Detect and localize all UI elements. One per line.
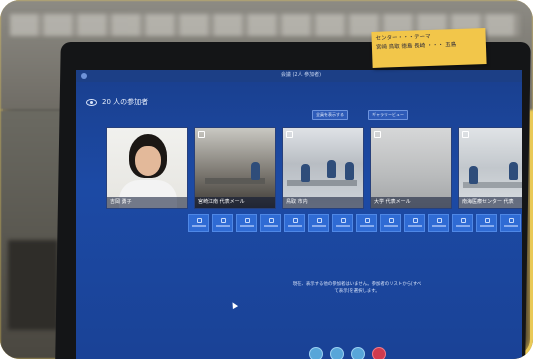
participant-mini-tile[interactable]	[380, 214, 401, 232]
tile-name: 大学 代表メール	[371, 197, 451, 208]
tile-name: 南海医療センター 代表	[459, 197, 522, 208]
pin-icon	[374, 131, 381, 138]
video-tile[interactable]: 鳥取 市内	[282, 127, 364, 209]
room-person	[509, 162, 518, 180]
share-button[interactable]	[351, 347, 365, 359]
participants-count: 20 人の参加者	[102, 98, 149, 106]
video-tile[interactable]: 宮崎江南 代表メール	[194, 127, 276, 209]
participant-mini-tile[interactable]	[428, 214, 449, 232]
tile-name: 宮崎江南 代表メール	[195, 197, 275, 208]
sticky-note: センター・・・テーマ 宮崎 鳥取 徳島 長崎 ・・・ 五島	[371, 28, 487, 68]
participant-mini-tile[interactable]	[332, 214, 353, 232]
participants-header[interactable]: 20 人の参加者	[86, 96, 148, 108]
video-tile[interactable]: 南海医療センター 代表	[458, 127, 522, 209]
person-face	[135, 146, 161, 176]
app-icon	[81, 73, 87, 79]
pin-icon	[198, 131, 205, 138]
participant-mini-tile[interactable]	[284, 214, 305, 232]
room-desk	[287, 180, 357, 186]
pin-icon	[286, 131, 293, 138]
sticky-note-text: センター・・・テーマ 宮崎 鳥取 徳島 長崎 ・・・ 五島	[375, 33, 457, 51]
participant-mini-tile[interactable]	[476, 214, 497, 232]
mouse-cursor-icon	[229, 300, 239, 310]
video-tiles: 吉岡 勇子 宮崎江南 代表メール 鳥取 市内 大学 代表メール 南海医療センター…	[106, 127, 522, 209]
show-all-button[interactable]: 全員を表示する	[312, 110, 348, 120]
tile-name: 吉岡 勇子	[107, 197, 187, 208]
participant-mini-tile[interactable]	[356, 214, 377, 232]
participant-mini-tile[interactable]	[500, 214, 521, 232]
meeting-screen: 会議 (2人 参加者) 20 人の参加者 全員を表示する ギャラリービュー 吉岡…	[76, 70, 522, 359]
video-tile[interactable]: 吉岡 勇子	[106, 127, 188, 209]
room-person	[251, 162, 260, 180]
window-title: 会議 (2人 参加者)	[280, 72, 322, 78]
video-toggle-button[interactable]	[309, 347, 323, 359]
room-person	[327, 160, 336, 178]
video-tile[interactable]: 大学 代表メール	[370, 127, 452, 209]
participant-mini-tile[interactable]	[260, 214, 281, 232]
pin-icon	[462, 131, 469, 138]
call-controls	[309, 347, 386, 359]
room-person	[469, 166, 478, 184]
eye-icon	[86, 98, 97, 106]
participant-mini-tile[interactable]	[188, 214, 209, 232]
window-titlebar: 会議 (2人 参加者)	[76, 70, 522, 82]
photo-frame: 会議 (2人 参加者) 20 人の参加者 全員を表示する ギャラリービュー 吉岡…	[0, 0, 533, 359]
desk-object	[8, 240, 58, 330]
participant-strip	[188, 214, 522, 232]
mic-toggle-button[interactable]	[330, 347, 344, 359]
participant-mini-tile[interactable]	[212, 214, 233, 232]
gallery-view-button[interactable]: ギャラリービュー	[368, 110, 408, 120]
participant-mini-tile[interactable]	[236, 214, 257, 232]
participant-mini-tile[interactable]	[404, 214, 425, 232]
notice-text: 現在、表示する他の参加者はいません。参加者のリストから[すべて表示]を選択します…	[292, 282, 422, 294]
participant-mini-tile[interactable]	[452, 214, 473, 232]
end-call-button[interactable]	[372, 347, 386, 359]
room-person	[301, 164, 310, 182]
tile-name: 鳥取 市内	[283, 197, 363, 208]
participant-mini-tile[interactable]	[308, 214, 329, 232]
room-person	[345, 162, 354, 180]
